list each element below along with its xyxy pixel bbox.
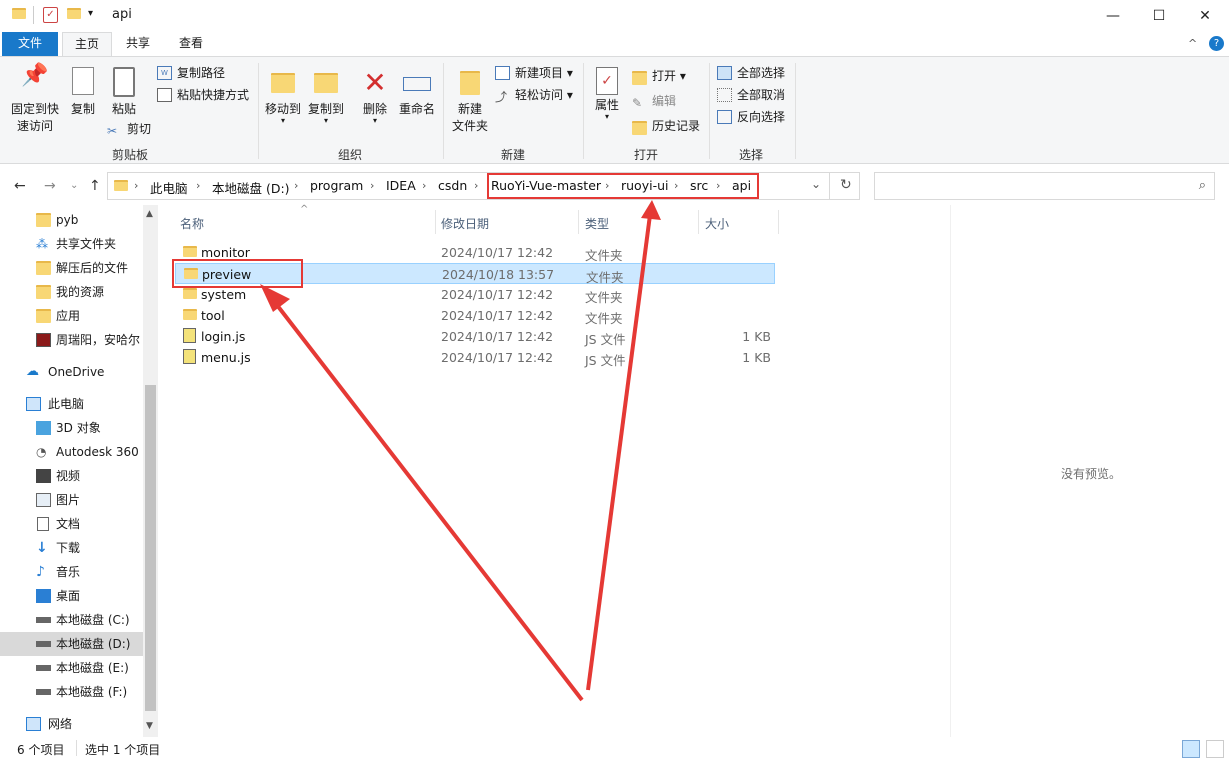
annotation-arrow-line	[586, 214, 652, 691]
annotation-arrows	[260, 200, 661, 702]
annotation-arrowhead	[641, 200, 661, 220]
annotation-arrow-line	[268, 294, 584, 702]
annotation-arrowhead	[260, 284, 290, 312]
